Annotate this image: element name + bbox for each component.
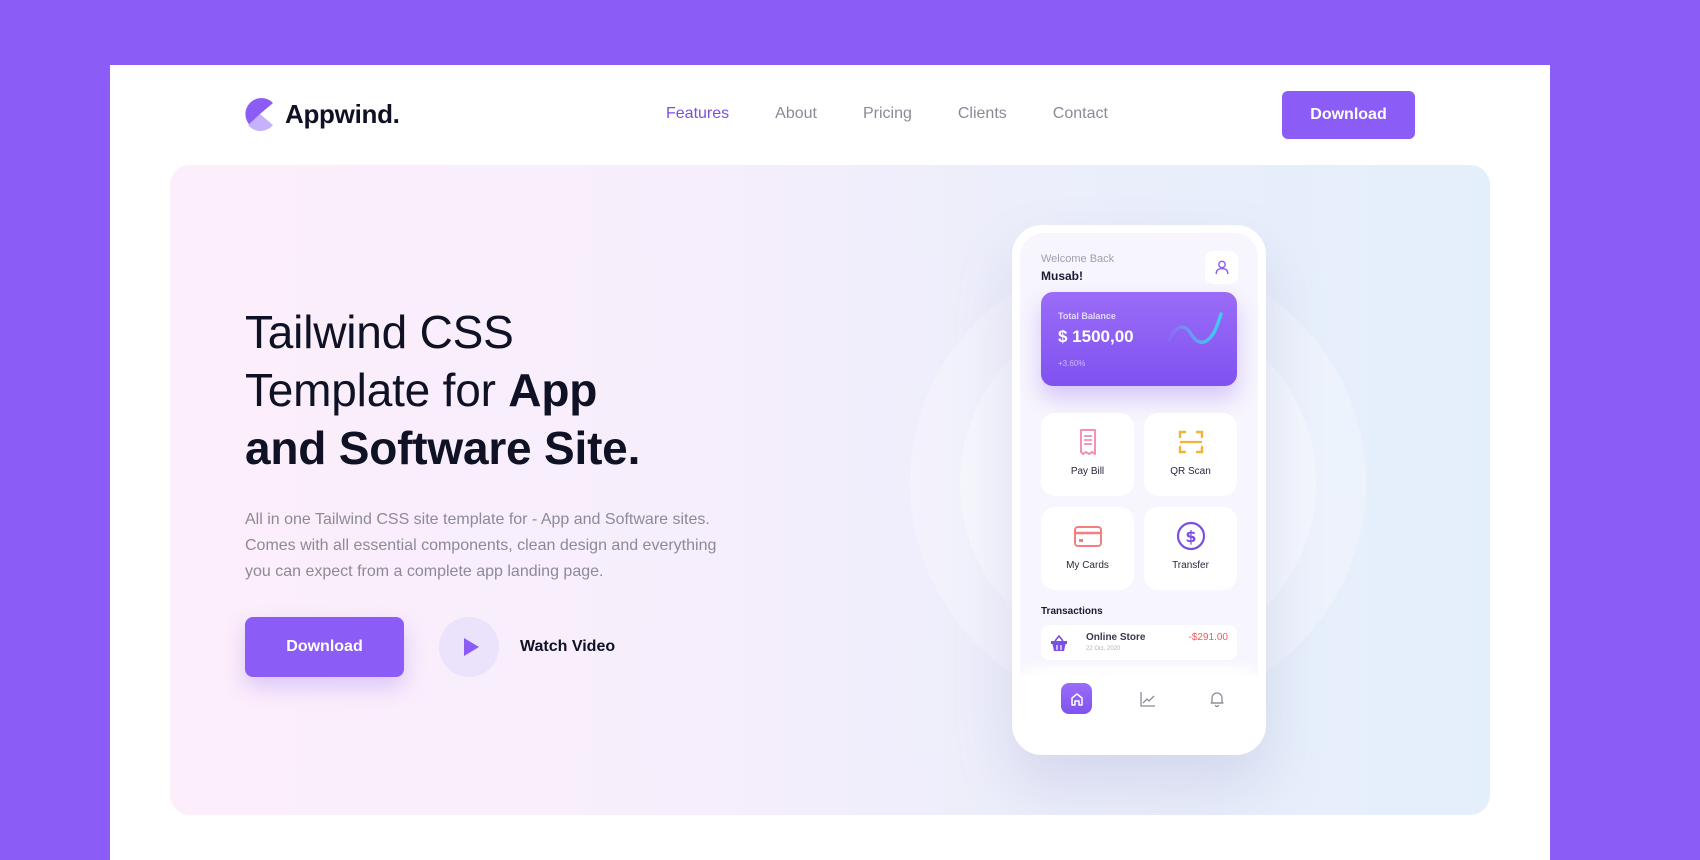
headline-line-2-bold: App <box>508 364 598 416</box>
phone-mockup: Welcome Back Musab! Total Balance $ 1500… <box>1012 225 1266 755</box>
balance-label: Total Balance <box>1058 311 1116 321</box>
nav-about[interactable]: About <box>775 105 817 123</box>
hero-download-button[interactable]: Download <box>245 617 404 677</box>
play-icon <box>463 638 479 656</box>
svg-text:$: $ <box>1185 527 1196 546</box>
nav-contact[interactable]: Contact <box>1053 105 1108 123</box>
main-nav: Features About Pricing Clients Contact <box>666 105 1108 123</box>
headline-line-2: Template for <box>245 364 509 416</box>
header-download-button[interactable]: Download <box>1282 91 1415 139</box>
nav-pricing[interactable]: Pricing <box>863 105 912 123</box>
balance-card[interactable]: Total Balance $ 1500,00 +3.60% <box>1041 292 1237 386</box>
trend-wave-icon <box>1167 312 1223 344</box>
headline-line-1: Tailwind CSS <box>245 306 514 358</box>
hero-section: Tailwind CSS Template for App and Softwa… <box>170 165 1490 815</box>
bell-icon <box>1210 691 1223 707</box>
transaction-row[interactable]: Online Store 22 Oct, 2020 -$291.00 <box>1041 625 1237 660</box>
pie-logo-icon <box>245 98 273 131</box>
dollar-circle-icon: $ <box>1176 521 1205 551</box>
action-transfer[interactable]: $ Transfer <box>1144 507 1237 590</box>
headline-line-3: and Software Site. <box>245 422 641 474</box>
tab-notifications[interactable] <box>1201 683 1232 714</box>
transactions-title: Transactions <box>1041 606 1103 617</box>
transaction-amount: -$291.00 <box>1188 632 1228 643</box>
page-container: Appwind. Features About Pricing Clients … <box>110 65 1550 860</box>
receipt-icon <box>1079 429 1096 455</box>
phone-screen: Welcome Back Musab! Total Balance $ 1500… <box>1020 233 1258 747</box>
tab-stats[interactable] <box>1132 683 1163 714</box>
action-qr-scan[interactable]: QR Scan <box>1144 413 1237 496</box>
welcome-text: Welcome Back <box>1041 253 1115 265</box>
transaction-date: 22 Oct, 2020 <box>1086 646 1121 652</box>
transaction-name: Online Store <box>1086 632 1146 643</box>
play-button[interactable] <box>439 617 499 677</box>
profile-button[interactable] <box>1205 251 1238 284</box>
user-icon <box>1215 260 1228 275</box>
phone-tab-bar <box>1020 675 1258 747</box>
watch-video-button[interactable]: Watch Video <box>439 617 615 677</box>
chart-icon <box>1139 691 1155 707</box>
action-label: QR Scan <box>1170 466 1211 477</box>
nav-clients[interactable]: Clients <box>958 105 1007 123</box>
hero-headline: Tailwind CSS Template for App and Softwa… <box>245 303 640 477</box>
balance-change: +3.60% <box>1058 359 1086 368</box>
hero-description: All in one Tailwind CSS site template fo… <box>245 511 717 580</box>
action-label: My Cards <box>1066 560 1109 571</box>
home-icon <box>1070 692 1083 706</box>
basket-icon <box>1051 634 1067 651</box>
brand-logo[interactable]: Appwind. <box>244 97 400 131</box>
action-label: Transfer <box>1172 560 1209 571</box>
nav-features[interactable]: Features <box>666 105 729 123</box>
user-name: Musab! <box>1041 269 1083 283</box>
qr-scan-icon <box>1178 430 1203 454</box>
watch-video-label: Watch Video <box>520 638 616 655</box>
brand-name: Appwind. <box>285 98 400 129</box>
action-label: Pay Bill <box>1070 466 1105 477</box>
balance-value: $ 1500,00 <box>1058 327 1134 346</box>
action-my-cards[interactable]: My Cards <box>1041 507 1134 590</box>
credit-card-icon <box>1073 526 1102 547</box>
action-pay-bill[interactable]: Pay Bill <box>1041 413 1134 496</box>
tab-home[interactable] <box>1061 683 1092 714</box>
